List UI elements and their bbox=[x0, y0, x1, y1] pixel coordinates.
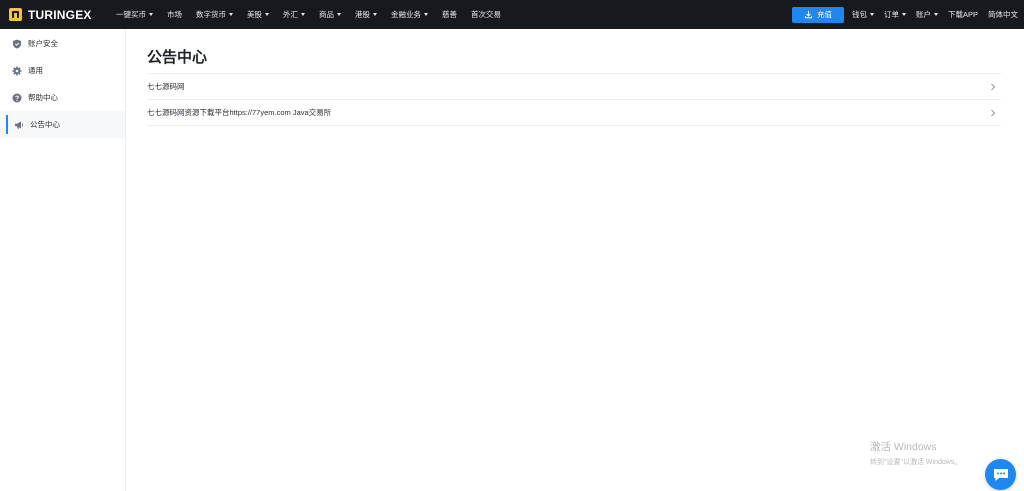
caret-down-icon bbox=[901, 13, 906, 16]
page-title: 公告中心 bbox=[147, 49, 208, 66]
caret-down-icon bbox=[373, 13, 377, 16]
shield-icon bbox=[13, 39, 21, 48]
main-content: 公告中心 七七源码网 七七源码网资源下载平台https://77yem.com … bbox=[147, 29, 1001, 126]
brand-logo-icon bbox=[9, 8, 22, 21]
caret-down-icon bbox=[149, 13, 153, 16]
sidebar-item-label: 公告中心 bbox=[30, 120, 60, 129]
main-nav: 一键买币 市场 数字货币 美股 外汇 商品 港股 金融业务 慈善 首次交易 bbox=[116, 9, 515, 20]
nav-item-forex[interactable]: 外汇 bbox=[283, 9, 305, 20]
sidebar-item-help-center[interactable]: 帮助中心 bbox=[0, 84, 125, 111]
sidebar-item-label: 帮助中心 bbox=[28, 93, 58, 102]
chat-support-button[interactable] bbox=[985, 459, 1016, 490]
nav-item-commodities[interactable]: 商品 bbox=[319, 9, 341, 20]
caret-down-icon bbox=[424, 13, 428, 16]
chevron-right-icon bbox=[991, 83, 996, 90]
header-right-actions: 充值 钱包 订单 账户 下载APP 简体中文 bbox=[791, 0, 1024, 29]
caret-down-icon bbox=[869, 13, 874, 16]
sidebar-item-announcement-center[interactable]: 公告中心 bbox=[0, 111, 125, 138]
announcement-list: 七七源码网 七七源码网资源下载平台https://77yem.com Java交… bbox=[147, 73, 1001, 126]
language-selector[interactable]: 简体中文 bbox=[988, 9, 1018, 20]
nav-item-charity[interactable]: 慈善 bbox=[442, 9, 457, 20]
watermark-title: 激活 Windows bbox=[870, 441, 937, 453]
help-icon bbox=[12, 93, 22, 102]
windows-activation-watermark: 激活 Windows 转到"设置"以激活 Windows。 bbox=[870, 439, 961, 467]
nav-item-hk-stocks[interactable]: 港股 bbox=[355, 9, 377, 20]
gear-icon bbox=[12, 66, 22, 75]
download-app-link[interactable]: 下载APP bbox=[948, 9, 978, 20]
sidebar-item-account-security[interactable]: 账户安全 bbox=[0, 30, 125, 57]
sidebar-item-general[interactable]: 通用 bbox=[0, 57, 125, 84]
brand-logo-link[interactable]: TURINGEX bbox=[9, 8, 99, 22]
chat-bubble-icon bbox=[993, 468, 1008, 481]
sidebar-item-label: 账户安全 bbox=[28, 39, 58, 48]
caret-down-icon bbox=[301, 13, 305, 16]
announcement-title: 七七源码网 bbox=[147, 82, 185, 91]
announcement-item[interactable]: 七七源码网资源下载平台https://77yem.com Java交易所 bbox=[147, 100, 1001, 126]
megaphone-icon bbox=[15, 121, 24, 129]
announcement-title: 七七源码网资源下载平台https://77yem.com Java交易所 bbox=[147, 108, 332, 117]
account-menu[interactable]: 账户 bbox=[916, 9, 938, 20]
announcement-item[interactable]: 七七源码网 bbox=[147, 74, 1001, 100]
nav-item-financial-services[interactable]: 金融业务 bbox=[391, 9, 428, 20]
wallet-menu[interactable]: 钱包 bbox=[852, 9, 874, 20]
orders-menu[interactable]: 订单 bbox=[884, 9, 906, 20]
nav-item-us-stocks[interactable]: 美股 bbox=[247, 9, 269, 20]
nav-item-quick-buy[interactable]: 一键买币 bbox=[116, 9, 153, 20]
watermark-subtitle: 转到"设置"以激活 Windows。 bbox=[870, 459, 962, 466]
brand-name: TURINGEX bbox=[28, 7, 92, 22]
nav-item-first-trade[interactable]: 首次交易 bbox=[471, 9, 501, 20]
recharge-button[interactable]: 充值 bbox=[791, 6, 844, 23]
nav-item-crypto[interactable]: 数字货币 bbox=[196, 9, 233, 20]
caret-down-icon bbox=[337, 13, 341, 16]
download-icon bbox=[804, 10, 813, 19]
caret-down-icon bbox=[265, 13, 269, 16]
caret-down-icon bbox=[933, 13, 938, 16]
nav-item-market[interactable]: 市场 bbox=[167, 9, 182, 20]
chevron-right-icon bbox=[991, 109, 996, 116]
sidebar: 账户安全 通用 帮助中心 公告中心 bbox=[0, 29, 126, 491]
caret-down-icon bbox=[229, 13, 233, 16]
top-navigation-bar: TURINGEX 一键买币 市场 数字货币 美股 外汇 商品 港股 金融业务 慈… bbox=[0, 0, 1024, 29]
sidebar-item-label: 通用 bbox=[28, 66, 43, 75]
